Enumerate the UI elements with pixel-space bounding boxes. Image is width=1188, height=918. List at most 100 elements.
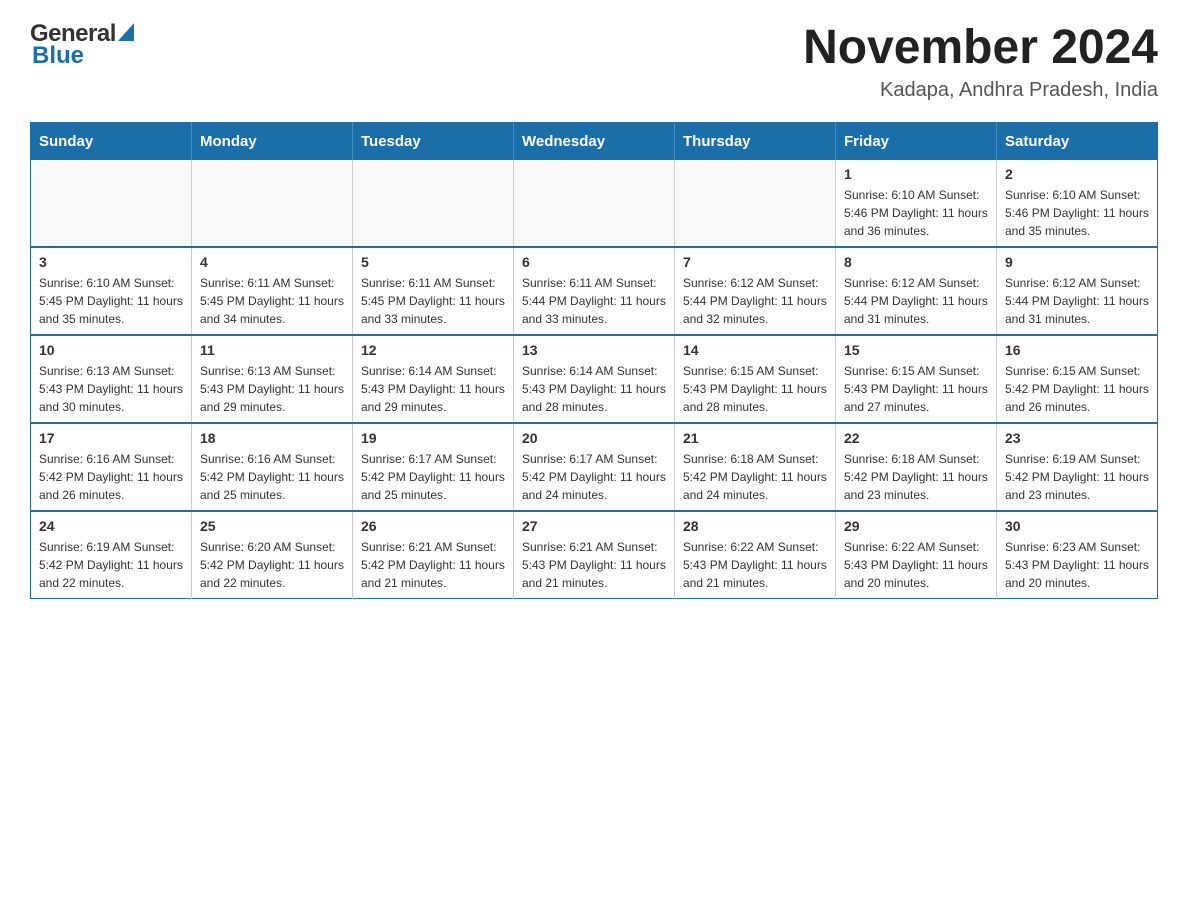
- day-header-sunday: Sunday: [31, 123, 192, 161]
- calendar-cell: 22 Sunrise: 6:18 AM Sunset: 5:42 PM Dayli…: [836, 423, 997, 511]
- logo: General Blue: [30, 20, 134, 70]
- day-number: 27: [522, 518, 666, 534]
- day-info: Sunrise: 6:21 AM Sunset: 5:43 PM Dayligh…: [522, 538, 666, 592]
- day-number: 1: [844, 166, 988, 182]
- day-number: 3: [39, 254, 183, 270]
- day-number: 18: [200, 430, 344, 446]
- day-header-thursday: Thursday: [675, 123, 836, 161]
- day-info: Sunrise: 6:10 AM Sunset: 5:46 PM Dayligh…: [844, 186, 988, 240]
- day-info: Sunrise: 6:20 AM Sunset: 5:42 PM Dayligh…: [200, 538, 344, 592]
- calendar-cell: [192, 160, 353, 247]
- calendar-cell: 11 Sunrise: 6:13 AM Sunset: 5:43 PM Dayli…: [192, 335, 353, 423]
- day-info: Sunrise: 6:19 AM Sunset: 5:42 PM Dayligh…: [39, 538, 183, 592]
- day-info: Sunrise: 6:15 AM Sunset: 5:43 PM Dayligh…: [683, 362, 827, 416]
- day-info: Sunrise: 6:16 AM Sunset: 5:42 PM Dayligh…: [200, 450, 344, 504]
- calendar-header-row: SundayMondayTuesdayWednesdayThursdayFrid…: [31, 123, 1158, 161]
- day-info: Sunrise: 6:18 AM Sunset: 5:42 PM Dayligh…: [844, 450, 988, 504]
- day-header-wednesday: Wednesday: [514, 123, 675, 161]
- day-number: 9: [1005, 254, 1149, 270]
- day-header-saturday: Saturday: [997, 123, 1158, 161]
- day-number: 30: [1005, 518, 1149, 534]
- day-number: 22: [844, 430, 988, 446]
- day-info: Sunrise: 6:11 AM Sunset: 5:45 PM Dayligh…: [361, 274, 505, 328]
- calendar-cell: 12 Sunrise: 6:14 AM Sunset: 5:43 PM Dayli…: [353, 335, 514, 423]
- day-number: 25: [200, 518, 344, 534]
- calendar-cell: 20Sunrise: 6:17 AM Sunset: 5:42 PM Dayli…: [514, 423, 675, 511]
- day-info: Sunrise: 6:19 AM Sunset: 5:42 PM Dayligh…: [1005, 450, 1149, 504]
- calendar-cell: 14 Sunrise: 6:15 AM Sunset: 5:43 PM Dayli…: [675, 335, 836, 423]
- day-number: 21: [683, 430, 827, 446]
- calendar-cell: 18 Sunrise: 6:16 AM Sunset: 5:42 PM Dayli…: [192, 423, 353, 511]
- calendar-cell: 21 Sunrise: 6:18 AM Sunset: 5:42 PM Dayli…: [675, 423, 836, 511]
- logo-arrow-icon: [118, 23, 134, 41]
- day-number: 5: [361, 254, 505, 270]
- calendar-cell: 5 Sunrise: 6:11 AM Sunset: 5:45 PM Daylig…: [353, 247, 514, 335]
- day-number: 24: [39, 518, 183, 534]
- calendar-cell: 29 Sunrise: 6:22 AM Sunset: 5:43 PM Dayli…: [836, 511, 997, 599]
- day-info: Sunrise: 6:15 AM Sunset: 5:43 PM Dayligh…: [844, 362, 988, 416]
- calendar-cell: 27 Sunrise: 6:21 AM Sunset: 5:43 PM Dayli…: [514, 511, 675, 599]
- calendar-cell: 6Sunrise: 6:11 AM Sunset: 5:44 PM Daylig…: [514, 247, 675, 335]
- day-header-friday: Friday: [836, 123, 997, 161]
- day-number: 12: [361, 342, 505, 358]
- calendar-week-4: 24 Sunrise: 6:19 AM Sunset: 5:42 PM Dayli…: [31, 511, 1158, 599]
- calendar-cell: 8 Sunrise: 6:12 AM Sunset: 5:44 PM Daylig…: [836, 247, 997, 335]
- calendar-cell: 25 Sunrise: 6:20 AM Sunset: 5:42 PM Dayli…: [192, 511, 353, 599]
- calendar-cell: 13Sunrise: 6:14 AM Sunset: 5:43 PM Dayli…: [514, 335, 675, 423]
- day-info: Sunrise: 6:12 AM Sunset: 5:44 PM Dayligh…: [1005, 274, 1149, 328]
- calendar-cell: 2 Sunrise: 6:10 AM Sunset: 5:46 PM Daylig…: [997, 160, 1158, 247]
- calendar-cell: 3 Sunrise: 6:10 AM Sunset: 5:45 PM Daylig…: [31, 247, 192, 335]
- day-info: Sunrise: 6:10 AM Sunset: 5:46 PM Dayligh…: [1005, 186, 1149, 240]
- day-number: 23: [1005, 430, 1149, 446]
- day-info: Sunrise: 6:14 AM Sunset: 5:43 PM Dayligh…: [522, 362, 666, 416]
- day-number: 20: [522, 430, 666, 446]
- day-info: Sunrise: 6:12 AM Sunset: 5:44 PM Dayligh…: [683, 274, 827, 328]
- day-info: Sunrise: 6:15 AM Sunset: 5:42 PM Dayligh…: [1005, 362, 1149, 416]
- day-number: 2: [1005, 166, 1149, 182]
- day-number: 10: [39, 342, 183, 358]
- day-info: Sunrise: 6:23 AM Sunset: 5:43 PM Dayligh…: [1005, 538, 1149, 592]
- calendar-cell: 17 Sunrise: 6:16 AM Sunset: 5:42 PM Dayli…: [31, 423, 192, 511]
- calendar-week-2: 10 Sunrise: 6:13 AM Sunset: 5:43 PM Dayli…: [31, 335, 1158, 423]
- day-info: Sunrise: 6:17 AM Sunset: 5:42 PM Dayligh…: [361, 450, 505, 504]
- calendar-cell: 30 Sunrise: 6:23 AM Sunset: 5:43 PM Dayli…: [997, 511, 1158, 599]
- day-number: 14: [683, 342, 827, 358]
- day-number: 26: [361, 518, 505, 534]
- calendar-cell: 4 Sunrise: 6:11 AM Sunset: 5:45 PM Daylig…: [192, 247, 353, 335]
- day-number: 8: [844, 254, 988, 270]
- day-number: 28: [683, 518, 827, 534]
- day-info: Sunrise: 6:22 AM Sunset: 5:43 PM Dayligh…: [844, 538, 988, 592]
- day-number: 7: [683, 254, 827, 270]
- calendar-week-3: 17 Sunrise: 6:16 AM Sunset: 5:42 PM Dayli…: [31, 423, 1158, 511]
- day-info: Sunrise: 6:18 AM Sunset: 5:42 PM Dayligh…: [683, 450, 827, 504]
- calendar-cell: 23 Sunrise: 6:19 AM Sunset: 5:42 PM Dayli…: [997, 423, 1158, 511]
- calendar-cell: 19Sunrise: 6:17 AM Sunset: 5:42 PM Dayli…: [353, 423, 514, 511]
- day-info: Sunrise: 6:11 AM Sunset: 5:45 PM Dayligh…: [200, 274, 344, 328]
- calendar-cell: 10 Sunrise: 6:13 AM Sunset: 5:43 PM Dayli…: [31, 335, 192, 423]
- day-info: Sunrise: 6:12 AM Sunset: 5:44 PM Dayligh…: [844, 274, 988, 328]
- day-number: 29: [844, 518, 988, 534]
- day-number: 16: [1005, 342, 1149, 358]
- calendar-cell: 1 Sunrise: 6:10 AM Sunset: 5:46 PM Daylig…: [836, 160, 997, 247]
- day-info: Sunrise: 6:13 AM Sunset: 5:43 PM Dayligh…: [200, 362, 344, 416]
- day-number: 6: [522, 254, 666, 270]
- calendar-cell: [31, 160, 192, 247]
- calendar-cell: 15Sunrise: 6:15 AM Sunset: 5:43 PM Dayli…: [836, 335, 997, 423]
- day-info: Sunrise: 6:10 AM Sunset: 5:45 PM Dayligh…: [39, 274, 183, 328]
- logo-blue-text: Blue: [30, 42, 134, 70]
- subtitle: Kadapa, Andhra Pradesh, India: [803, 79, 1158, 102]
- calendar-cell: 24 Sunrise: 6:19 AM Sunset: 5:42 PM Dayli…: [31, 511, 192, 599]
- day-info: Sunrise: 6:13 AM Sunset: 5:43 PM Dayligh…: [39, 362, 183, 416]
- calendar-cell: 9 Sunrise: 6:12 AM Sunset: 5:44 PM Daylig…: [997, 247, 1158, 335]
- day-info: Sunrise: 6:14 AM Sunset: 5:43 PM Dayligh…: [361, 362, 505, 416]
- day-number: 4: [200, 254, 344, 270]
- calendar-table: SundayMondayTuesdayWednesdayThursdayFrid…: [30, 122, 1158, 599]
- day-header-monday: Monday: [192, 123, 353, 161]
- day-info: Sunrise: 6:22 AM Sunset: 5:43 PM Dayligh…: [683, 538, 827, 592]
- calendar-week-0: 1 Sunrise: 6:10 AM Sunset: 5:46 PM Daylig…: [31, 160, 1158, 247]
- day-number: 17: [39, 430, 183, 446]
- day-info: Sunrise: 6:16 AM Sunset: 5:42 PM Dayligh…: [39, 450, 183, 504]
- day-header-tuesday: Tuesday: [353, 123, 514, 161]
- calendar-cell: [514, 160, 675, 247]
- day-number: 11: [200, 342, 344, 358]
